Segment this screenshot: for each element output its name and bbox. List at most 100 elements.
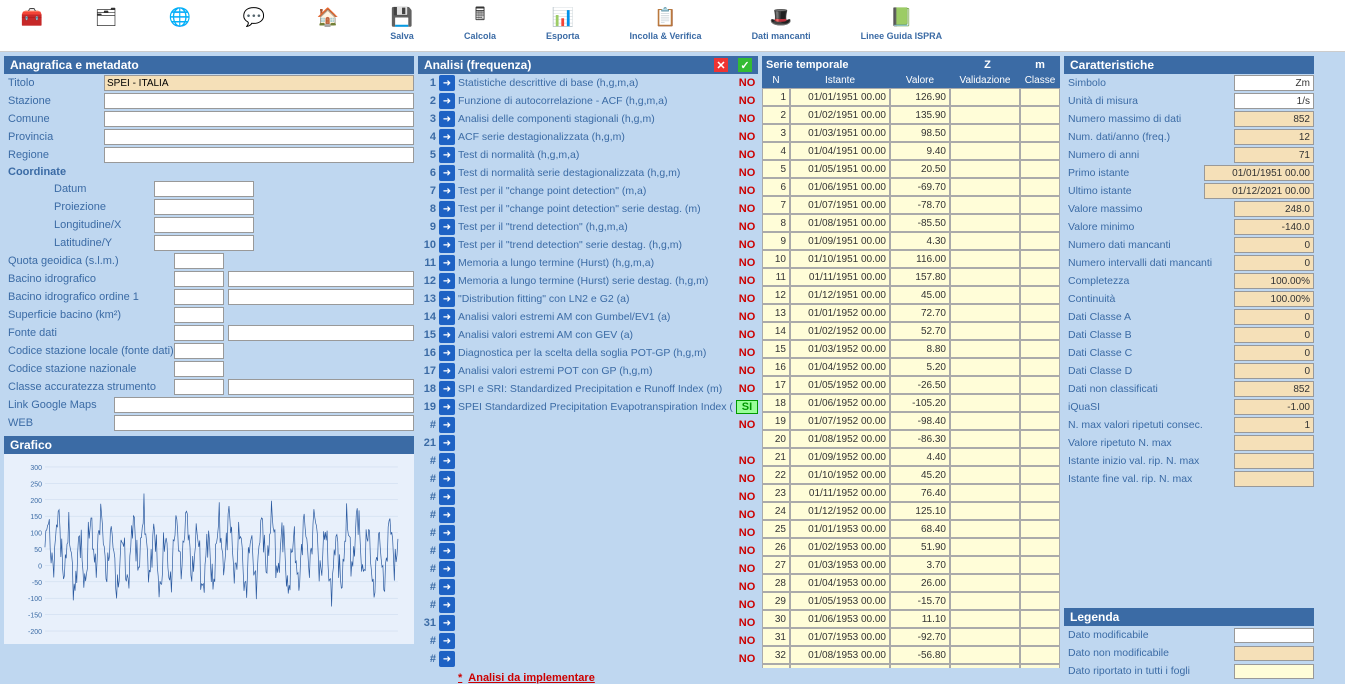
analisi-run-9[interactable]: ➜: [439, 237, 455, 253]
analisi-run-22[interactable]: ➜: [439, 471, 455, 487]
analisi-run-27[interactable]: ➜: [439, 561, 455, 577]
tool-home[interactable]: 🏠: [316, 5, 340, 49]
tool-dati-mancanti[interactable]: 🎩Dati mancanti: [752, 5, 811, 49]
analisi-run-3[interactable]: ➜: [439, 129, 455, 145]
table-row[interactable]: 28 01/04/1953 00.00 26.00: [762, 574, 1060, 592]
field2-5[interactable]: [174, 343, 224, 359]
field-4[interactable]: [104, 147, 414, 163]
tool-risorse-web[interactable]: 🌐: [168, 5, 192, 49]
field2-9[interactable]: [114, 415, 414, 431]
field2-7b[interactable]: [228, 379, 414, 395]
analisi-run-26[interactable]: ➜: [439, 543, 455, 559]
tool-help[interactable]: 🧰: [20, 5, 44, 49]
field2-1a[interactable]: [174, 271, 224, 287]
tool-opzioni[interactable]: 💬: [242, 5, 266, 49]
table-row[interactable]: 6 01/06/1951 00.00 -69.70: [762, 178, 1060, 196]
table-row[interactable]: 26 01/02/1953 00.00 51.90: [762, 538, 1060, 556]
analisi-run-31[interactable]: ➜: [439, 633, 455, 649]
analisi-run-19[interactable]: ➜: [439, 417, 455, 433]
field2-0[interactable]: [174, 253, 224, 269]
table-row[interactable]: 16 01/04/1952 00.00 5.20: [762, 358, 1060, 376]
table-row[interactable]: 11 01/11/1951 00.00 157.80: [762, 268, 1060, 286]
table-row[interactable]: 21 01/09/1952 00.00 4.40: [762, 448, 1060, 466]
analisi-run-20[interactable]: ➜: [439, 435, 455, 451]
table-row[interactable]: 27 01/03/1953 00.00 3.70: [762, 556, 1060, 574]
field2-4b[interactable]: [228, 325, 414, 341]
table-row[interactable]: 18 01/06/1952 00.00 -105.20: [762, 394, 1060, 412]
table-row[interactable]: 15 01/03/1952 00.00 8.80: [762, 340, 1060, 358]
field2-3[interactable]: [174, 307, 224, 323]
table-row[interactable]: 25 01/01/1953 00.00 68.40: [762, 520, 1060, 538]
field-2[interactable]: [104, 111, 414, 127]
analisi-run-2[interactable]: ➜: [439, 111, 455, 127]
field-3[interactable]: [104, 129, 414, 145]
field2-1b[interactable]: [228, 271, 414, 287]
field2-4a[interactable]: [174, 325, 224, 341]
tool-salva[interactable]: 💾Salva: [390, 5, 414, 49]
field2-8[interactable]: [114, 397, 414, 413]
table-row[interactable]: 10 01/10/1951 00.00 116.00: [762, 250, 1060, 268]
analisi-run-29[interactable]: ➜: [439, 597, 455, 613]
table-row[interactable]: 32 01/08/1953 00.00 -56.80: [762, 646, 1060, 664]
field-0[interactable]: [104, 75, 414, 91]
field2-2b[interactable]: [228, 289, 414, 305]
table-row[interactable]: 31 01/07/1953 00.00 -92.70: [762, 628, 1060, 646]
table-row[interactable]: 29 01/05/1953 00.00 -15.70: [762, 592, 1060, 610]
analisi-run-15[interactable]: ➜: [439, 345, 455, 361]
analisi-run-32[interactable]: ➜: [439, 651, 455, 667]
coord-1[interactable]: [154, 199, 254, 215]
analisi-run-24[interactable]: ➜: [439, 507, 455, 523]
analisi-run-7[interactable]: ➜: [439, 201, 455, 217]
table-row[interactable]: 8 01/08/1951 00.00 -85.50: [762, 214, 1060, 232]
table-row[interactable]: 1 01/01/1951 00.00 126.90: [762, 88, 1060, 106]
table-row[interactable]: 5 01/05/1951 00.00 20.50: [762, 160, 1060, 178]
coord-3[interactable]: [154, 235, 254, 251]
table-row[interactable]: 3 01/03/1951 00.00 98.50: [762, 124, 1060, 142]
table-row[interactable]: 24 01/12/1952 00.00 125.10: [762, 502, 1060, 520]
analisi-run-0[interactable]: ➜: [439, 75, 455, 91]
table-row[interactable]: 4 01/04/1951 00.00 9.40: [762, 142, 1060, 160]
coord-2[interactable]: [154, 217, 254, 233]
analisi-run-13[interactable]: ➜: [439, 309, 455, 325]
table-row[interactable]: 33 01/09/1953 00.00 -16.60: [762, 664, 1060, 668]
field-1[interactable]: [104, 93, 414, 109]
table-row[interactable]: 17 01/05/1952 00.00 -26.50: [762, 376, 1060, 394]
analisi-run-4[interactable]: ➜: [439, 147, 455, 163]
tool-calcola[interactable]: 🖩Calcola: [464, 5, 496, 49]
table-row[interactable]: 19 01/07/1952 00.00 -98.40: [762, 412, 1060, 430]
table-row[interactable]: 30 01/06/1953 00.00 11.10: [762, 610, 1060, 628]
table-row[interactable]: 13 01/01/1952 00.00 72.70: [762, 304, 1060, 322]
analisi-run-17[interactable]: ➜: [439, 381, 455, 397]
analisi-run-10[interactable]: ➜: [439, 255, 455, 271]
analisi-run-30[interactable]: ➜: [439, 615, 455, 631]
analisi-run-28[interactable]: ➜: [439, 579, 455, 595]
field2-6[interactable]: [174, 361, 224, 377]
field2-2a[interactable]: [174, 289, 224, 305]
carat-val-1[interactable]: 1/s: [1234, 93, 1314, 109]
table-row[interactable]: 9 01/09/1951 00.00 4.30: [762, 232, 1060, 250]
field2-7a[interactable]: [174, 379, 224, 395]
table-row[interactable]: 20 01/08/1952 00.00 -86.30: [762, 430, 1060, 448]
analisi-run-21[interactable]: ➜: [439, 453, 455, 469]
table-row[interactable]: 22 01/10/1952 00.00 45.20: [762, 466, 1060, 484]
table-row[interactable]: 7 01/07/1951 00.00 -78.70: [762, 196, 1060, 214]
coord-0[interactable]: [154, 181, 254, 197]
check-icon[interactable]: ✓: [738, 58, 752, 72]
analisi-run-1[interactable]: ➜: [439, 93, 455, 109]
analisi-run-23[interactable]: ➜: [439, 489, 455, 505]
close-icon[interactable]: ✕: [714, 58, 728, 72]
tool-schema[interactable]: 🗂: [94, 5, 118, 49]
analisi-run-18[interactable]: ➜: [439, 399, 455, 415]
tool-linee-guida[interactable]: 📗Linee Guida ISPRA: [861, 5, 943, 49]
table-row[interactable]: 2 01/02/1951 00.00 135.90: [762, 106, 1060, 124]
analisi-run-8[interactable]: ➜: [439, 219, 455, 235]
tool-esporta[interactable]: 📊Esporta: [546, 5, 580, 49]
tool-incolla[interactable]: 📋Incolla & Verifica: [630, 5, 702, 49]
analisi-run-25[interactable]: ➜: [439, 525, 455, 541]
table-row[interactable]: 14 01/02/1952 00.00 52.70: [762, 322, 1060, 340]
analisi-run-16[interactable]: ➜: [439, 363, 455, 379]
table-row[interactable]: 12 01/12/1951 00.00 45.00: [762, 286, 1060, 304]
analisi-run-12[interactable]: ➜: [439, 291, 455, 307]
analisi-run-14[interactable]: ➜: [439, 327, 455, 343]
analisi-run-5[interactable]: ➜: [439, 165, 455, 181]
